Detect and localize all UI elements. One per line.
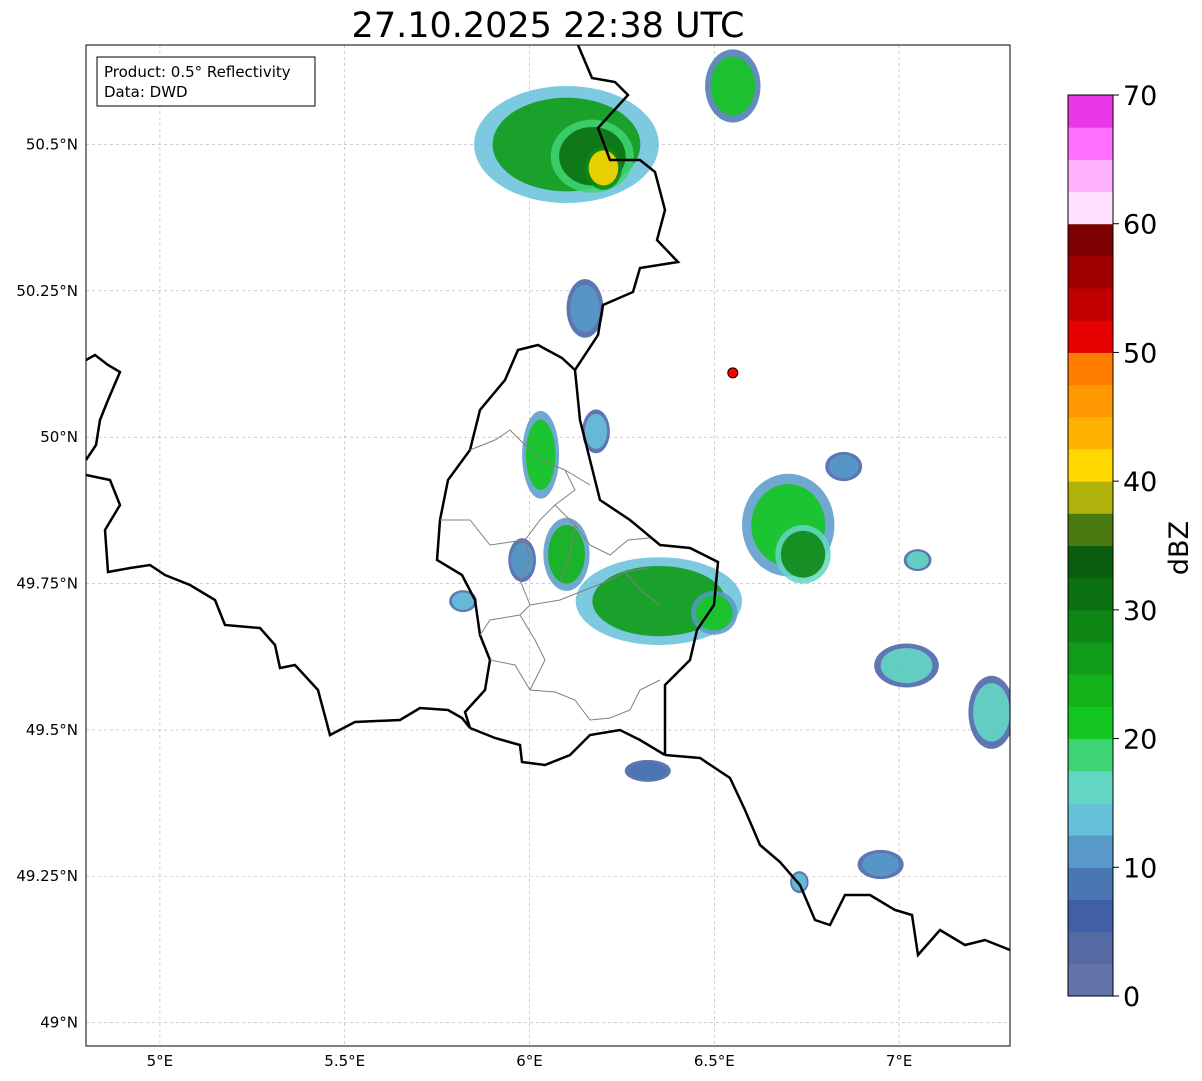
colorbar-swatch bbox=[1068, 963, 1113, 997]
colorbar-swatch bbox=[1068, 802, 1113, 836]
x-tick-label: 5°E bbox=[147, 1052, 174, 1070]
echo-cell bbox=[629, 762, 667, 780]
colorbar-swatch bbox=[1068, 513, 1113, 546]
colorbar-swatch bbox=[1068, 577, 1113, 611]
echo-cell bbox=[548, 525, 585, 584]
colorbar-label: dBZ bbox=[1164, 521, 1195, 575]
echo-cell bbox=[973, 683, 1010, 742]
colorbar-swatch bbox=[1068, 288, 1113, 321]
info-box: Product: 0.5° Reflectivity Data: DWD bbox=[96, 56, 316, 107]
y-tick-label: 49.5°N bbox=[26, 721, 78, 739]
colorbar-swatches bbox=[1068, 95, 1113, 997]
echo-cell bbox=[525, 419, 556, 490]
colorbar-swatch bbox=[1068, 642, 1113, 675]
colorbar-swatch bbox=[1068, 674, 1113, 707]
colorbar-swatch bbox=[1068, 384, 1113, 418]
colorbar-swatch bbox=[1068, 770, 1113, 804]
echo-cell bbox=[862, 852, 900, 877]
colorbar-swatch bbox=[1068, 191, 1113, 225]
map-axes: 5°E 5.5°E 6°E 6.5°E 7°E 49°N 49.25°N 49.5°N 49.7… bbox=[16, 44, 1011, 1070]
echo-cell bbox=[906, 551, 929, 569]
colorbar-swatch bbox=[1068, 416, 1113, 450]
colorbar-swatch bbox=[1068, 320, 1113, 353]
colorbar-swatch bbox=[1068, 352, 1113, 386]
colorbar-tick-label: 10 bbox=[1123, 853, 1157, 884]
y-tick-label: 49°N bbox=[40, 1014, 78, 1032]
colorbar-tick-label: 20 bbox=[1123, 725, 1157, 756]
y-tick-label: 50.25°N bbox=[16, 282, 78, 300]
echo-cell bbox=[791, 873, 807, 891]
radar-site-marker bbox=[727, 367, 739, 379]
echo-cell bbox=[710, 56, 755, 116]
echo-cell bbox=[828, 454, 859, 479]
y-tick-label: 49.75°N bbox=[16, 575, 78, 593]
echo-cell bbox=[584, 413, 608, 449]
radar-map-figure: 27.10.2025 22:38 UTC 5°E 5.5°E 6°E 6.5°E 7°E… bbox=[16, 6, 1195, 1070]
colorbar-swatch bbox=[1068, 545, 1113, 579]
colorbar-swatch bbox=[1068, 738, 1113, 772]
map-title: 27.10.2025 22:38 UTC bbox=[352, 6, 745, 46]
echo-cell bbox=[588, 150, 619, 186]
colorbar-swatch bbox=[1068, 931, 1113, 965]
colorbar-swatch bbox=[1068, 159, 1113, 193]
x-tick-label: 6°E bbox=[516, 1052, 543, 1070]
colorbar-tick-label: 0 bbox=[1123, 982, 1140, 1013]
colorbar-tick-label: 60 bbox=[1123, 210, 1157, 241]
echo-cell bbox=[570, 285, 600, 332]
colorbar-swatch bbox=[1068, 481, 1113, 514]
colorbar: 0 10 20 30 40 50 60 70 dBZ bbox=[1067, 81, 1195, 1013]
x-tick-label: 5.5°E bbox=[324, 1052, 365, 1070]
colorbar-ticks: 0 10 20 30 40 50 60 70 bbox=[1113, 81, 1157, 1013]
echo-cell bbox=[880, 647, 933, 684]
x-tick-label: 6.5°E bbox=[694, 1052, 735, 1070]
colorbar-swatch bbox=[1068, 609, 1113, 643]
colorbar-swatch bbox=[1068, 448, 1113, 482]
colorbar-tick-label: 40 bbox=[1123, 467, 1157, 498]
colorbar-swatch bbox=[1068, 835, 1113, 868]
echo-cell bbox=[451, 592, 475, 610]
colorbar-swatch bbox=[1068, 255, 1113, 289]
data-source-label: Data: DWD bbox=[104, 83, 188, 101]
colorbar-tick-label: 50 bbox=[1123, 338, 1157, 369]
x-tick-label: 7°E bbox=[886, 1052, 913, 1070]
echo-cell bbox=[780, 530, 826, 578]
colorbar-tick-label: 30 bbox=[1123, 596, 1157, 627]
colorbar-swatch bbox=[1068, 867, 1113, 900]
colorbar-swatch bbox=[1068, 223, 1113, 257]
y-tick-label: 50°N bbox=[40, 428, 78, 446]
y-tick-label: 49.25°N bbox=[16, 867, 78, 885]
colorbar-swatch bbox=[1068, 127, 1113, 160]
colorbar-swatch bbox=[1068, 95, 1113, 128]
product-label: Product: 0.5° Reflectivity bbox=[104, 63, 291, 81]
colorbar-swatch bbox=[1068, 706, 1113, 740]
y-tick-label: 50.5°N bbox=[26, 136, 78, 154]
colorbar-tick-label: 70 bbox=[1123, 81, 1157, 112]
colorbar-swatch bbox=[1068, 899, 1113, 933]
